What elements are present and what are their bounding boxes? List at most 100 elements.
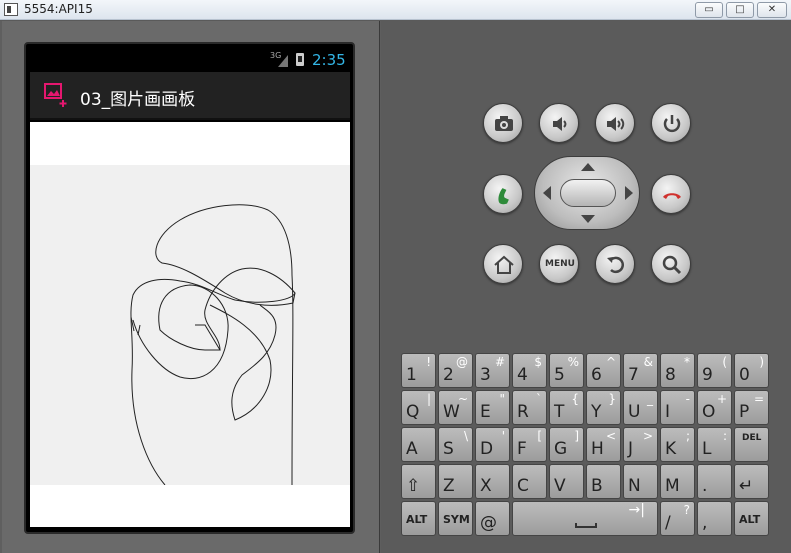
key-6[interactable]: 6 ^: [586, 353, 621, 388]
key-alt-label: \: [463, 429, 468, 443]
back-button[interactable]: [595, 244, 635, 284]
key-g[interactable]: G]: [549, 427, 584, 462]
key-o[interactable]: O +: [697, 390, 732, 425]
key-sym30[interactable]: ⇧: [401, 464, 436, 499]
key-8[interactable]: 8 *: [660, 353, 695, 388]
close-button[interactable]: ✕: [757, 2, 787, 18]
key-a[interactable]: A: [401, 427, 436, 462]
key-label: M: [665, 476, 680, 496]
maximize-button[interactable]: □: [726, 2, 754, 18]
key-r[interactable]: R `: [512, 390, 547, 425]
key-alt-label: =: [753, 392, 764, 406]
volume-down-button[interactable]: [539, 103, 579, 143]
dpad-center-button[interactable]: [560, 179, 616, 207]
key-sym45[interactable]: ,: [697, 501, 732, 536]
key-sym[interactable]: SYM: [438, 501, 473, 536]
key-i[interactable]: I-: [660, 390, 695, 425]
key-alt[interactable]: ALT: [734, 501, 769, 536]
key-b[interactable]: B: [586, 464, 621, 499]
key-4[interactable]: 4 $: [512, 353, 547, 388]
hardware-keyboard: 1! 2 @3 #4 $5% 6 ^ 7 & 8 * 9(0) Q | W ~ E " R ` T{Y} U _ I - O + P =…: [401, 353, 773, 536]
key-n[interactable]: N: [623, 464, 658, 499]
drawing-canvas[interactable]: [30, 165, 350, 486]
key-9[interactable]: 9(: [697, 353, 732, 388]
key-x[interactable]: X: [475, 464, 510, 499]
key-l[interactable]: L:: [697, 427, 732, 462]
power-icon: [663, 115, 681, 133]
volume-up-button[interactable]: [595, 103, 635, 143]
key-s[interactable]: S \: [438, 427, 473, 462]
key-label: 4: [517, 365, 528, 385]
key-sym42[interactable]: @: [475, 501, 510, 536]
key-m[interactable]: M: [660, 464, 695, 499]
key-label: C: [517, 476, 529, 496]
dpad-right-icon[interactable]: [625, 186, 633, 200]
key-sym38[interactable]: .: [697, 464, 732, 499]
key-label: O: [702, 402, 716, 422]
status-clock: 2:35: [312, 51, 346, 69]
key-alt-label: &: [643, 355, 653, 369]
key-alt-label: |: [426, 392, 431, 406]
key-label: E: [480, 402, 491, 422]
key-7[interactable]: 7 &: [623, 353, 658, 388]
power-button[interactable]: [651, 103, 691, 143]
key-label: U: [628, 402, 641, 422]
key-k[interactable]: K;: [660, 427, 695, 462]
key-alt-label: ': [501, 429, 505, 443]
key-label: X: [480, 476, 492, 496]
key-sym44[interactable]: /?: [660, 501, 695, 536]
search-button[interactable]: [651, 244, 691, 284]
key-alt-label: _: [647, 392, 653, 406]
dpad-down-icon[interactable]: [581, 215, 595, 223]
key-3[interactable]: 3 #: [475, 353, 510, 388]
key-1[interactable]: 1!: [401, 353, 436, 388]
end-call-button[interactable]: [651, 174, 691, 214]
key-alt-label: ;: [685, 429, 690, 443]
key-alt-label: ~: [457, 392, 468, 406]
key-del[interactable]: DEL: [734, 427, 769, 462]
key-u[interactable]: U _: [623, 390, 658, 425]
dpad-up-icon[interactable]: [581, 163, 595, 171]
key-w[interactable]: W ~: [438, 390, 473, 425]
key-v[interactable]: V: [549, 464, 584, 499]
key-label: ALT: [739, 513, 761, 526]
battery-icon: [296, 53, 304, 66]
key-alt-label: }: [608, 392, 616, 406]
key-space[interactable]: →|: [512, 501, 658, 536]
key-2[interactable]: 2 @: [438, 353, 473, 388]
key-0[interactable]: 0): [734, 353, 769, 388]
key-e[interactable]: E ": [475, 390, 510, 425]
key-sym39[interactable]: ↵: [734, 464, 769, 499]
camera-button[interactable]: [483, 103, 523, 143]
dpad[interactable]: [534, 156, 640, 230]
key-t[interactable]: T{: [549, 390, 584, 425]
key-label: ⇧: [406, 476, 421, 496]
key-alt-label: {: [571, 392, 579, 406]
volume-up-icon: [607, 117, 625, 131]
window-titlebar[interactable]: 5554:API15 ▭ □ ✕: [0, 0, 791, 20]
key-c[interactable]: C: [512, 464, 547, 499]
device-screen[interactable]: 3G 2:35 03_图片画画板: [30, 47, 350, 527]
key-y[interactable]: Y}: [586, 390, 621, 425]
key-alt-label: $: [534, 355, 542, 369]
key-5[interactable]: 5%: [549, 353, 584, 388]
minimize-button[interactable]: ▭: [695, 2, 723, 18]
key-label: Y: [591, 402, 602, 422]
key-p[interactable]: P =: [734, 390, 769, 425]
menu-button[interactable]: MENU: [539, 244, 579, 284]
call-button[interactable]: [483, 174, 523, 214]
signal-icon: [278, 55, 288, 67]
key-d[interactable]: D ': [475, 427, 510, 462]
key-label: R: [517, 402, 529, 422]
key-f[interactable]: F[: [512, 427, 547, 462]
space-bar-icon: [575, 523, 597, 528]
key-q[interactable]: Q |: [401, 390, 436, 425]
key-h[interactable]: H <: [586, 427, 621, 462]
key-j[interactable]: J >: [623, 427, 658, 462]
key-label: 0: [739, 365, 750, 385]
home-button[interactable]: [483, 244, 523, 284]
dpad-left-icon[interactable]: [543, 186, 551, 200]
key-z[interactable]: Z: [438, 464, 473, 499]
emulator-app-icon: [4, 3, 18, 16]
key-alt[interactable]: ALT: [401, 501, 436, 536]
